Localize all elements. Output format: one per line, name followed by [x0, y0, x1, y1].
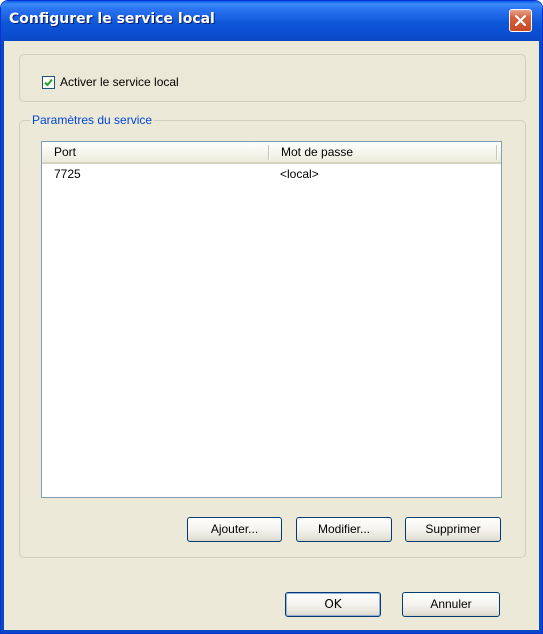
list-header: Port Mot de passe	[42, 142, 501, 164]
checkmark-icon	[44, 78, 53, 86]
cell-password: <local>	[280, 167, 319, 181]
add-button[interactable]: Ajouter...	[187, 517, 282, 542]
title-bar[interactable]: Configurer le service local	[1, 1, 542, 41]
table-row[interactable]: 7725 <local>	[42, 166, 501, 183]
column-separator[interactable]	[496, 145, 498, 160]
close-icon	[514, 14, 527, 27]
window-title: Configurer le service local	[9, 11, 215, 27]
close-button[interactable]	[509, 9, 532, 32]
ok-button[interactable]: OK	[285, 592, 381, 617]
column-header-password[interactable]: Mot de passe	[269, 142, 498, 162]
service-list[interactable]: Port Mot de passe 7725 <local>	[41, 141, 502, 498]
service-settings-group-title: Paramètres du service	[30, 113, 155, 127]
enable-service-label: Activer le service local	[60, 75, 179, 89]
cancel-button[interactable]: Annuler	[402, 592, 500, 617]
enable-service-checkbox-row[interactable]: Activer le service local	[42, 75, 179, 89]
enable-service-panel: Activer le service local	[19, 54, 526, 102]
window-border-right	[539, 41, 542, 633]
delete-button[interactable]: Supprimer	[405, 517, 501, 542]
enable-service-checkbox[interactable]	[42, 75, 55, 89]
window-border-bottom	[1, 630, 542, 633]
edit-button[interactable]: Modifier...	[296, 517, 392, 542]
column-header-port[interactable]: Port	[42, 142, 269, 162]
cell-port: 7725	[54, 167, 81, 181]
dialog-window: Configurer le service local Activer le s…	[0, 0, 543, 634]
window-border-left	[1, 41, 4, 633]
